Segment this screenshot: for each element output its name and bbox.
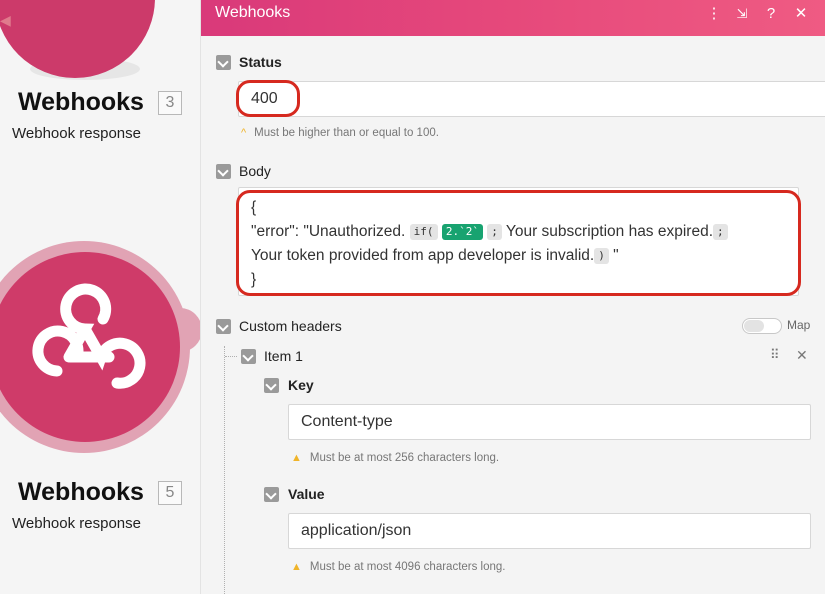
node-subtitle: Webhook response <box>12 515 141 532</box>
status-input[interactable]: 400 <box>238 81 825 117</box>
key-hint-text: Must be at most 256 characters long. <box>309 452 500 464</box>
node-count-badge: 3 <box>158 91 182 115</box>
status-checkbox[interactable] <box>216 55 231 70</box>
item-checkbox[interactable] <box>241 349 256 364</box>
node-title: Webhooks <box>18 88 144 116</box>
connection-arrow-icon: ◀ <box>0 12 11 28</box>
value-value: application/json <box>301 522 412 539</box>
key-value: Content-type <box>301 413 393 430</box>
body-label: Body <box>239 163 271 179</box>
key-input[interactable]: Content-type <box>288 404 811 440</box>
panel-header: Webhooks ⋮ ⇲ ? ✕ <box>201 0 825 36</box>
more-vertical-icon[interactable]: ⋮ <box>703 3 725 25</box>
key-hint: ▲ Must be at most 256 characters long. <box>291 452 499 464</box>
value-input[interactable]: application/json <box>288 513 811 549</box>
value-hint: ▲ Must be at most 4096 characters long. <box>291 561 506 573</box>
custom-headers-checkbox[interactable] <box>216 319 231 334</box>
key-label: Key <box>288 377 314 393</box>
status-hint-text: Must be higher than or equal to 100. <box>254 127 439 139</box>
warning-icon: ▲ <box>291 561 302 573</box>
highlight-body <box>236 190 801 296</box>
status-label: Status <box>239 54 282 70</box>
status-hint: ^ Must be higher than or equal to 100. <box>241 127 439 139</box>
value-checkbox[interactable] <box>264 487 279 502</box>
node-count-badge: 5 <box>158 481 182 505</box>
module-settings-panel: Webhooks ⋮ ⇲ ? ✕ Status 400 ^ Must be hig… <box>200 0 825 594</box>
body-checkbox[interactable] <box>216 164 231 179</box>
collapse-icon[interactable]: ⇲ <box>731 3 753 25</box>
drag-handle-icon[interactable]: ⠿ <box>770 347 780 363</box>
close-icon[interactable]: ✕ <box>790 3 812 25</box>
node-title: Webhooks <box>18 478 144 506</box>
chevron-up-icon: ^ <box>241 127 247 139</box>
map-label: Map <box>787 318 811 332</box>
panel-title: Webhooks <box>215 4 291 21</box>
scenario-canvas[interactable]: ◀ Webhooks 3 Webhook response Webhooks 5… <box>0 0 200 594</box>
node-subtitle: Webhook response <box>12 125 141 142</box>
value-hint-text: Must be at most 4096 characters long. <box>309 561 506 573</box>
value-label: Value <box>288 486 325 502</box>
tree-line <box>225 356 237 357</box>
webhook-icon <box>32 283 146 389</box>
item-label: Item 1 <box>264 348 303 364</box>
remove-item-icon[interactable]: ✕ <box>796 347 808 364</box>
tree-line <box>224 346 225 594</box>
custom-headers-label: Custom headers <box>239 318 342 334</box>
help-icon[interactable]: ? <box>760 3 782 25</box>
key-checkbox[interactable] <box>264 378 279 393</box>
highlight-status <box>236 80 300 117</box>
warning-icon: ▲ <box>291 452 302 464</box>
map-toggle[interactable] <box>742 318 782 334</box>
